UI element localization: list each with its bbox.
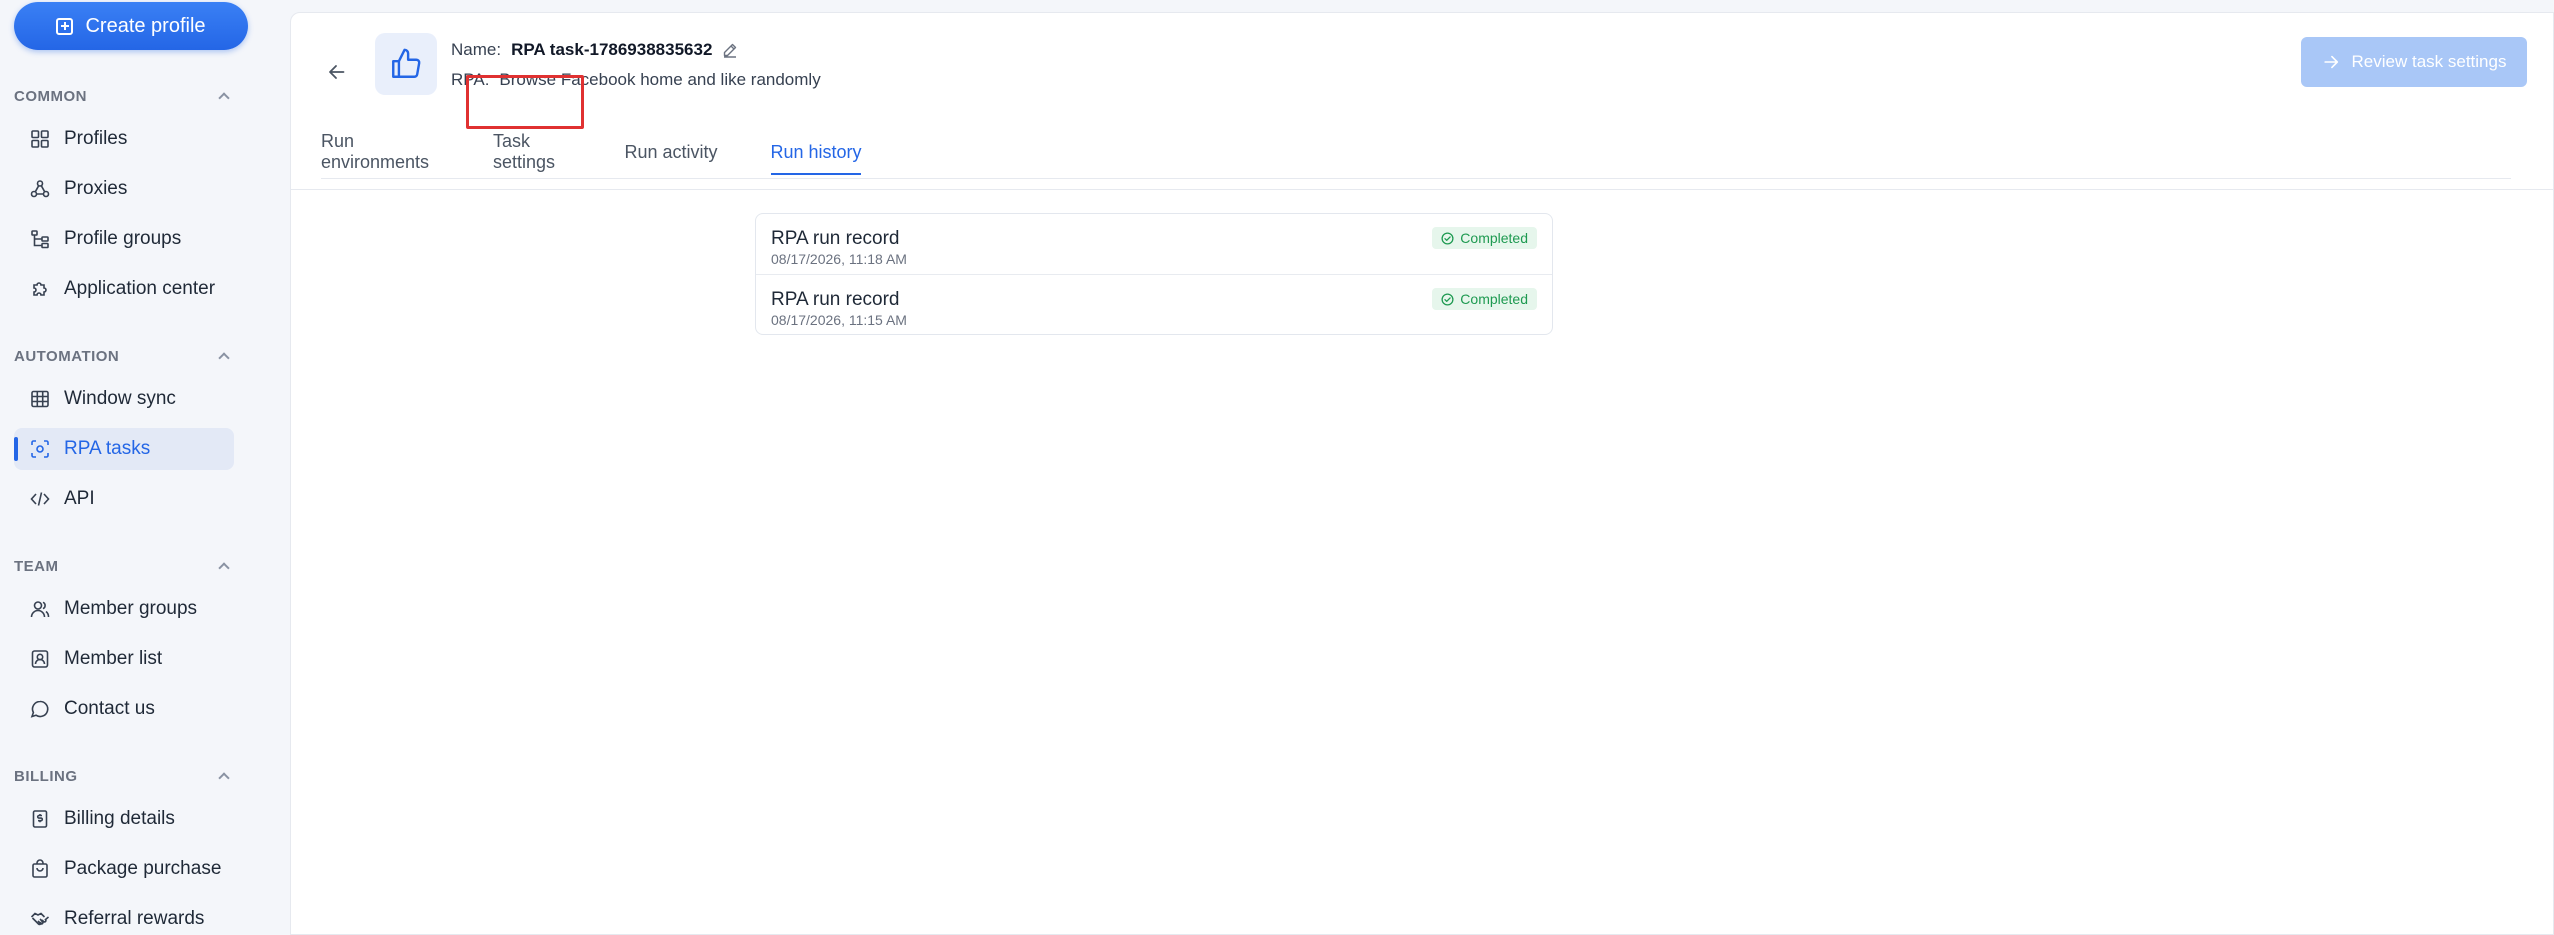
section-label: AUTOMATION: [14, 347, 120, 365]
scan-target-icon: [31, 440, 49, 458]
sidebar-item-label: Member groups: [64, 598, 198, 619]
task-name: RPA task-1786938835632: [511, 40, 713, 59]
rpa-description: Browse Facebook home and like randomly: [499, 70, 821, 89]
create-profile-button[interactable]: Create profile: [14, 2, 248, 50]
sidebar-item-label: RPA tasks: [64, 438, 151, 459]
chevron-up-icon: [218, 352, 230, 364]
tab-task-settings[interactable]: Task settings: [493, 125, 595, 179]
status-badge: Completed: [1432, 227, 1537, 249]
grid-icon: [31, 130, 49, 148]
review-task-settings-button[interactable]: Review task settings: [2301, 37, 2527, 87]
sidebar-item-profile-groups[interactable]: Profile groups: [14, 218, 234, 260]
sidebar-item-label: Billing details: [64, 808, 175, 829]
status-text: Completed: [1460, 230, 1528, 246]
sidebar-item-rpa-tasks[interactable]: RPA tasks: [14, 428, 234, 470]
chevron-up-icon: [218, 562, 230, 574]
status-badge: Completed: [1432, 288, 1537, 310]
check-circle-icon: [1441, 292, 1454, 306]
record-time: 08/17/2026, 11:15 AM: [771, 312, 907, 328]
sidebar-item-window-sync[interactable]: Window sync: [14, 378, 234, 420]
plus-square-icon: [56, 17, 74, 35]
chat-bubble-icon: [30, 700, 49, 718]
users-icon: [30, 601, 50, 618]
section-team-header[interactable]: TEAM: [14, 554, 234, 578]
status-text: Completed: [1460, 291, 1528, 307]
sidebar-item-application-center[interactable]: Application center: [14, 268, 234, 310]
sidebar: Create profile COMMON Profiles Proxies P…: [0, 0, 290, 935]
record-title: RPA run record: [771, 228, 900, 249]
sidebar-item-label: Referral rewards: [64, 908, 205, 929]
sidebar-item-label: Package purchase: [64, 858, 222, 879]
chevron-up-icon: [218, 772, 230, 784]
record-title: RPA run record: [771, 289, 900, 310]
sidebar-item-api[interactable]: API: [14, 478, 234, 520]
task-icon-tile: [375, 33, 437, 95]
arrow-right-icon: [2323, 55, 2338, 69]
tab-bar: Run environments Task settings Run activ…: [321, 125, 2511, 179]
sidebar-item-label: Profiles: [64, 128, 128, 149]
puzzle-icon: [33, 282, 47, 296]
handshake-icon: [30, 912, 50, 926]
task-name-row: Name: RPA task-1786938835632: [451, 37, 738, 63]
table-grid-icon: [31, 390, 49, 408]
main-panel: Name: RPA task-1786938835632 RPA: Browse…: [290, 12, 2554, 935]
tree-icon: [31, 230, 49, 249]
sidebar-item-label: API: [64, 488, 95, 509]
edit-pencil-icon[interactable]: [722, 42, 738, 58]
back-arrow-icon[interactable]: [327, 62, 347, 82]
run-history-list: RPA run record 08/17/2026, 11:18 AM Comp…: [755, 213, 1553, 335]
section-label: COMMON: [14, 87, 87, 105]
chevron-up-icon: [218, 92, 230, 104]
section-label: BILLING: [14, 767, 78, 785]
contact-card-icon: [31, 650, 49, 668]
record-time: 08/17/2026, 11:18 AM: [771, 251, 907, 267]
sidebar-item-package-purchase[interactable]: Package purchase: [14, 848, 234, 890]
sidebar-item-billing-details[interactable]: Billing details: [14, 798, 234, 840]
sidebar-item-referral-rewards[interactable]: Referral rewards: [14, 898, 234, 935]
rpa-description-row: RPA: Browse Facebook home and like rando…: [451, 67, 821, 93]
sidebar-item-member-groups[interactable]: Member groups: [14, 588, 234, 630]
sidebar-item-label: Proxies: [64, 178, 128, 199]
list-item[interactable]: RPA run record 08/17/2026, 11:18 AM Comp…: [756, 214, 1552, 274]
sidebar-item-label: Application center: [64, 278, 216, 299]
name-label: Name:: [451, 40, 502, 59]
tab-run-history[interactable]: Run history: [763, 125, 869, 179]
receipt-icon: [32, 810, 48, 828]
sidebar-item-profiles[interactable]: Profiles: [14, 118, 234, 160]
tab-run-activity[interactable]: Run activity: [623, 125, 719, 179]
sidebar-item-label: Member list: [64, 648, 163, 669]
sidebar-item-contact-us[interactable]: Contact us: [14, 688, 234, 730]
network-icon: [30, 180, 50, 198]
sidebar-item-label: Contact us: [64, 698, 155, 719]
review-button-label: Review task settings: [2351, 52, 2507, 71]
create-profile-label: Create profile: [85, 14, 206, 37]
section-common-header[interactable]: COMMON: [14, 84, 234, 108]
code-icon: [30, 492, 50, 506]
thumbs-up-icon: [392, 48, 421, 78]
header-divider: [291, 189, 2554, 190]
rpa-label: RPA:: [451, 70, 490, 89]
sidebar-item-proxies[interactable]: Proxies: [14, 168, 234, 210]
section-billing-header[interactable]: BILLING: [14, 764, 234, 788]
list-item[interactable]: RPA run record 08/17/2026, 11:15 AM Comp…: [756, 274, 1552, 334]
check-circle-icon: [1441, 231, 1454, 245]
tab-run-environments[interactable]: Run environments: [321, 125, 463, 179]
sidebar-item-member-list[interactable]: Member list: [14, 638, 234, 680]
section-automation-header[interactable]: AUTOMATION: [14, 344, 234, 368]
sidebar-item-label: Window sync: [64, 388, 176, 409]
shopping-bag-icon: [32, 859, 48, 878]
sidebar-item-label: Profile groups: [64, 228, 182, 249]
section-label: TEAM: [14, 557, 59, 575]
